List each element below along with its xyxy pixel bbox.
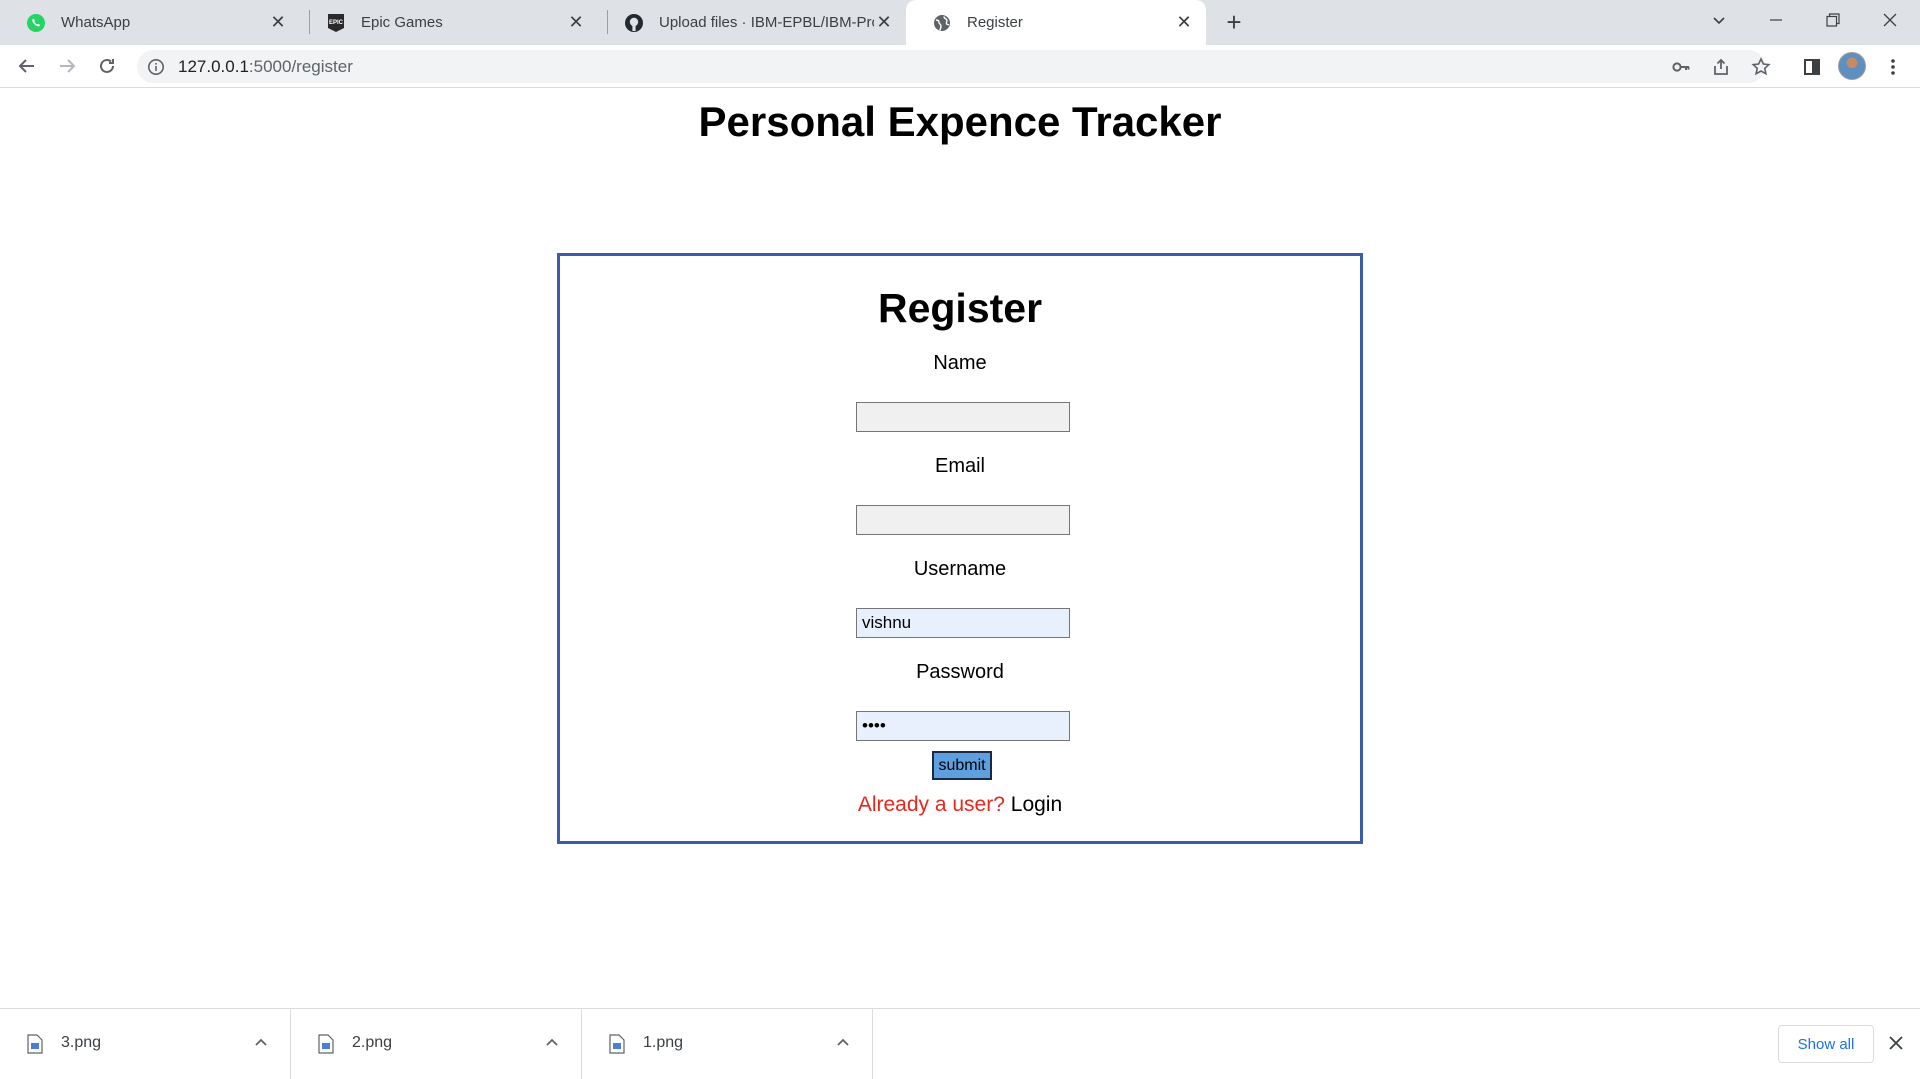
tab-title: Register — [967, 14, 1023, 31]
reload-button[interactable] — [90, 49, 124, 83]
tab-title: Epic Games — [361, 14, 443, 31]
new-tab-button[interactable]: + — [1220, 9, 1248, 37]
close-icon[interactable]: ✕ — [566, 12, 586, 33]
close-icon[interactable]: ✕ — [268, 12, 288, 33]
chevron-down-icon — [1713, 17, 1725, 25]
tab-strip: WhatsApp ✕ EPIC Epic Games ✕ Upload file… — [0, 0, 1920, 45]
password-label: Password — [916, 661, 1004, 683]
tab-epic-games[interactable]: EPIC Epic Games ✕ — [300, 0, 598, 45]
key-icon[interactable] — [1669, 55, 1693, 79]
share-icon[interactable] — [1709, 55, 1733, 79]
chevron-up-icon[interactable] — [834, 1034, 852, 1052]
forward-button[interactable] — [50, 49, 84, 83]
download-filename: 2.png — [352, 1034, 393, 1051]
address-bar[interactable]: 127.0.0.1:5000/register — [137, 50, 1771, 83]
epic-games-icon: EPIC — [326, 13, 346, 33]
profile-avatar[interactable] — [1838, 52, 1866, 80]
username-input[interactable] — [856, 608, 1070, 638]
close-icon[interactable]: ✕ — [1174, 12, 1194, 33]
image-file-icon — [318, 1034, 334, 1054]
arrow-left-icon — [18, 59, 34, 73]
download-item[interactable]: 2.png — [291, 1009, 582, 1079]
side-panel-icon[interactable] — [1799, 54, 1825, 80]
login-prompt: Already a user? — [857, 793, 1005, 816]
password-input[interactable] — [856, 711, 1070, 741]
close-window-button[interactable] — [1862, 0, 1918, 40]
url-host: 127.0.0.1 — [178, 57, 249, 76]
info-icon[interactable] — [147, 58, 165, 76]
login-link[interactable]: Login — [1011, 793, 1062, 816]
image-file-icon — [609, 1034, 625, 1054]
url-path: :5000/register — [248, 57, 353, 76]
minimize-icon — [1770, 19, 1782, 21]
svg-text:EPIC: EPIC — [329, 20, 344, 26]
download-filename: 1.png — [643, 1034, 684, 1051]
tab-search-button[interactable] — [1691, 0, 1747, 40]
tab-title: WhatsApp — [61, 14, 131, 31]
url-text[interactable]: 127.0.0.1:5000/register — [178, 57, 353, 77]
download-shelf: 3.png 2.png 1.png Show all — [0, 1008, 1920, 1079]
back-button[interactable] — [10, 49, 44, 83]
minimize-button[interactable] — [1748, 0, 1804, 40]
tab-title: Upload files · IBM-EPBL/IBM-Proj — [659, 14, 874, 31]
name-label: Name — [933, 352, 987, 374]
tab-github-upload[interactable]: Upload files · IBM-EPBL/IBM-Proj ✕ — [598, 0, 906, 45]
browser-toolbar: 127.0.0.1:5000/register — [0, 45, 1920, 88]
arrow-right-icon — [60, 59, 76, 73]
github-icon — [624, 13, 644, 33]
form-heading: Register — [877, 285, 1043, 331]
close-icon[interactable]: ✕ — [874, 12, 894, 33]
email-input[interactable] — [856, 505, 1070, 535]
reload-icon — [100, 58, 114, 73]
download-filename: 3.png — [61, 1034, 102, 1051]
close-icon — [1889, 1036, 1903, 1050]
bookmark-star-icon[interactable] — [1749, 55, 1773, 79]
submit-button[interactable]: submit — [932, 751, 992, 780]
chevron-up-icon[interactable] — [543, 1034, 561, 1052]
close-shelf-button[interactable] — [1885, 1032, 1907, 1054]
image-file-icon — [27, 1034, 43, 1054]
chevron-up-icon[interactable] — [252, 1034, 270, 1052]
username-label: Username — [913, 558, 1007, 580]
login-line: Already a user? Login — [560, 793, 1360, 817]
tab-register[interactable]: Register ✕ — [906, 0, 1206, 45]
more-menu-icon[interactable] — [1880, 54, 1906, 80]
name-input[interactable] — [856, 402, 1070, 432]
download-item[interactable]: 3.png — [0, 1009, 291, 1079]
download-item[interactable]: 1.png — [582, 1009, 873, 1079]
restore-button[interactable] — [1805, 0, 1861, 40]
show-all-button[interactable]: Show all — [1778, 1025, 1874, 1063]
globe-icon — [932, 13, 952, 33]
register-form: Register Name Email Username Password su… — [557, 253, 1363, 844]
restore-icon — [1826, 13, 1840, 27]
email-label: Email — [934, 455, 985, 477]
whatsapp-icon — [26, 13, 46, 33]
tab-whatsapp[interactable]: WhatsApp ✕ — [0, 0, 300, 45]
close-icon — [1883, 13, 1897, 27]
page-title: Personal Expence Tracker — [698, 98, 1222, 145]
